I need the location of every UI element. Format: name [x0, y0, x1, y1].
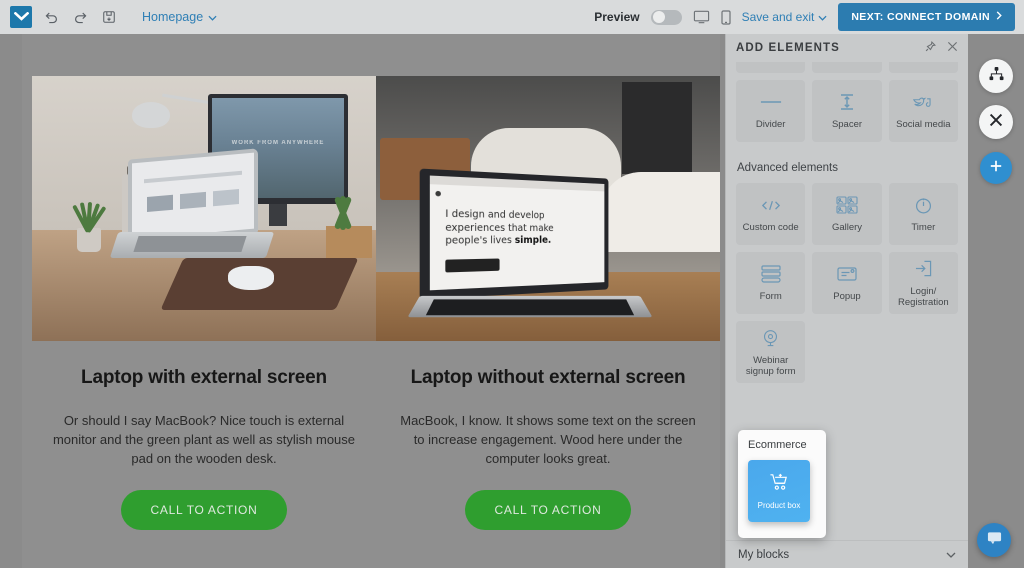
column-body: MacBook, I know. It shows some text on t… — [394, 411, 702, 468]
column-body: Or should I say MacBook? Nice touch is e… — [50, 411, 358, 468]
ecommerce-drag-card[interactable]: Ecommerce Product box — [738, 430, 826, 538]
element-card-social-media[interactable]: Social media — [889, 80, 958, 142]
save-disk-icon[interactable] — [99, 7, 119, 27]
sitemap-icon — [989, 67, 1004, 86]
mobile-icon[interactable] — [721, 10, 731, 25]
toggle-knob — [653, 11, 665, 23]
chat-bubble-icon — [986, 530, 1003, 550]
top-toolbar: Homepage Preview Save and exit NEXT: CON… — [0, 0, 1024, 34]
element-label: Social media — [896, 119, 950, 130]
element-card-popup[interactable]: Popup — [812, 252, 881, 314]
element-label: Divider — [756, 119, 786, 130]
column-heading: Laptop with external screen — [50, 367, 358, 389]
advanced-elements-grid: Custom code Gallery Timer Form Popup Log… — [736, 183, 958, 383]
popup-icon — [837, 264, 857, 284]
desktop-icon[interactable] — [693, 10, 710, 24]
divider-icon — [760, 92, 782, 112]
close-icon[interactable] — [947, 39, 958, 57]
next-connect-domain-button[interactable]: NEXT: CONNECT DOMAIN — [838, 3, 1015, 31]
call-to-action-button[interactable]: CALL TO ACTION — [121, 490, 288, 530]
spacer-icon — [839, 92, 855, 112]
background-panel — [622, 82, 692, 174]
sitemap-button[interactable] — [979, 59, 1013, 93]
close-icon — [989, 113, 1003, 132]
chevron-down-icon — [208, 10, 217, 24]
basic-elements-row: Divider Spacer Social media — [736, 80, 958, 142]
element-card-gallery[interactable]: Gallery — [812, 183, 881, 245]
element-label: Gallery — [832, 222, 862, 233]
right-rail — [968, 34, 1024, 568]
next-button-label: NEXT: CONNECT DOMAIN — [851, 11, 990, 23]
element-label: Form — [760, 291, 782, 302]
advanced-elements-title: Advanced elements — [737, 162, 958, 174]
column-left[interactable]: Laptop with external screen Or should I … — [32, 367, 376, 530]
laptop-screen-button — [445, 258, 499, 272]
element-card-divider[interactable]: Divider — [736, 80, 805, 142]
chevron-down-icon — [818, 10, 827, 24]
save-and-exit-button[interactable]: Save and exit — [742, 10, 828, 24]
element-card-webinar-signup-form[interactable]: Webinar signup form — [736, 321, 805, 383]
page-content[interactable]: WORK FROM ANYWHERE I design and develop … — [22, 34, 720, 568]
element-card-custom-code[interactable]: Custom code — [736, 183, 805, 245]
preview-toggle[interactable] — [651, 10, 682, 25]
computer-mouse — [228, 266, 274, 290]
call-to-action-button[interactable]: CALL TO ACTION — [465, 490, 632, 530]
element-label: Custom code — [743, 222, 799, 233]
webcam-icon — [762, 328, 779, 348]
element-label: Popup — [833, 291, 860, 302]
undo-icon[interactable] — [41, 7, 61, 27]
element-card-product-box[interactable]: Product box — [748, 460, 810, 522]
toolbar-left-group: Homepage — [0, 6, 217, 28]
redo-icon[interactable] — [70, 7, 90, 27]
element-label: Login/ Registration — [898, 286, 949, 308]
chat-support-button[interactable] — [977, 523, 1011, 557]
my-blocks-label: My blocks — [738, 549, 789, 561]
hero-image-row: WORK FROM ANYWHERE I design and develop … — [32, 76, 720, 341]
page-selector-label: Homepage — [142, 10, 203, 24]
gallery-icon — [836, 195, 858, 215]
add-element-button[interactable] — [980, 152, 1012, 184]
laptop: I design and develop experiences that ma… — [424, 174, 646, 334]
element-card-login-registration[interactable]: Login/ Registration — [889, 252, 958, 314]
plus-icon — [989, 159, 1003, 178]
element-label: Timer — [911, 222, 935, 233]
preview-label: Preview — [594, 10, 639, 24]
panel-header: ADD ELEMENTS — [726, 34, 968, 62]
login-icon — [914, 259, 933, 279]
my-blocks-section[interactable]: My blocks — [726, 540, 968, 568]
toolbar-right-group: Preview Save and exit NEXT: CONNECT DOMA… — [594, 3, 1024, 31]
save-and-exit-label: Save and exit — [742, 10, 815, 24]
panel-title: ADD ELEMENTS — [736, 42, 840, 54]
column-right[interactable]: Laptop without external screen MacBook, … — [376, 367, 720, 530]
wooden-planter — [320, 188, 376, 258]
potted-plant — [72, 196, 106, 252]
form-icon — [761, 264, 781, 284]
element-label: Webinar signup form — [746, 355, 796, 377]
close-panel-button[interactable] — [979, 105, 1013, 139]
code-icon — [761, 195, 781, 215]
social-media-icon — [912, 92, 934, 112]
shopping-cart-icon — [769, 473, 789, 496]
chevron-right-icon — [996, 11, 1002, 23]
laptop-screen-headline: I design and develop experiences that ma… — [445, 208, 597, 248]
pin-icon[interactable] — [925, 39, 936, 57]
left-image[interactable]: WORK FROM ANYWHERE — [32, 76, 376, 341]
ecommerce-section-title: Ecommerce — [748, 439, 818, 451]
element-label: Product box — [758, 501, 801, 510]
envelope-logo[interactable] — [10, 6, 32, 28]
chevron-down-icon — [946, 549, 956, 561]
monitor-stand — [269, 204, 287, 226]
text-columns-row: Laptop with external screen Or should I … — [32, 367, 720, 530]
desk-lamp — [132, 84, 212, 134]
right-image[interactable]: I design and develop experiences that ma… — [376, 76, 720, 341]
monitor-screen-text: WORK FROM ANYWHERE — [208, 140, 348, 146]
element-card-spacer[interactable]: Spacer — [812, 80, 881, 142]
column-heading: Laptop without external screen — [394, 367, 702, 389]
laptop-open — [114, 154, 270, 264]
element-card-form[interactable]: Form — [736, 252, 805, 314]
element-label: Spacer — [832, 119, 862, 130]
timer-icon — [915, 195, 932, 215]
element-card-timer[interactable]: Timer — [889, 183, 958, 245]
page-selector[interactable]: Homepage — [142, 10, 217, 24]
